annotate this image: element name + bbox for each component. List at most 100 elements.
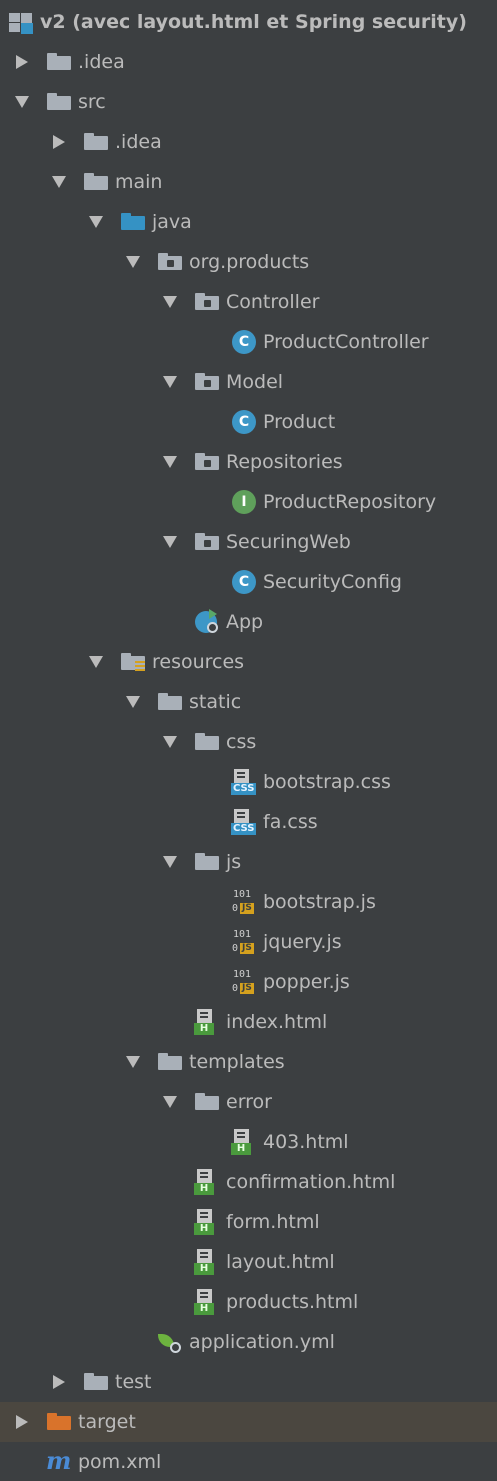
file-type-tag: JS (240, 903, 254, 914)
type-badge: C (232, 330, 256, 354)
tree-row[interactable]: I ProductRepository (0, 482, 497, 522)
tree-row[interactable]: C ProductController (0, 322, 497, 362)
tree-item-label: pom.xml (78, 1451, 162, 1473)
tree-row[interactable]: Hconfirmation.html (0, 1162, 497, 1202)
folder-icon (157, 1049, 183, 1075)
package-icon (194, 529, 220, 555)
tree-row[interactable]: CSS bootstrap.css (0, 762, 497, 802)
project-root-row[interactable]: v2 (avec layout.html et Spring security) (0, 2, 497, 42)
js-file-icon: 101 0 JS (231, 929, 257, 955)
triangle-icon (16, 1415, 28, 1429)
expand-arrow-icon[interactable] (123, 1052, 143, 1072)
tree-row[interactable]: 101 0 JS popper.js (0, 962, 497, 1002)
tree-item-label: resources (152, 651, 245, 673)
expand-arrow-icon[interactable] (123, 252, 143, 272)
project-root-label: v2 (avec layout.html et Spring security) (40, 11, 467, 33)
triangle-icon (163, 376, 177, 388)
folder-icon (194, 849, 220, 875)
tree-row[interactable]: H 403.html (0, 1122, 497, 1162)
tree-row[interactable]: CSS fa.css (0, 802, 497, 842)
folder-icon (157, 689, 183, 715)
expand-arrow-icon[interactable] (160, 852, 180, 872)
expand-arrow-icon[interactable] (86, 212, 106, 232)
tree-row[interactable]: target (0, 1402, 497, 1442)
folder-icon (194, 729, 220, 755)
class-icon: C (231, 329, 257, 355)
folder-icon (46, 49, 72, 75)
expand-arrow-icon[interactable] (160, 1092, 180, 1112)
html-file-icon: H (194, 1289, 220, 1315)
tree-row[interactable]: js (0, 842, 497, 882)
tree-row[interactable]: css (0, 722, 497, 762)
tree-row[interactable]: 101 0 JS jquery.js (0, 922, 497, 962)
tree-row[interactable]: Hlayout.html (0, 1242, 497, 1282)
tree-row[interactable]: m pom.xml (0, 1442, 497, 1481)
tree-item-label: App (226, 611, 264, 633)
collapse-arrow-icon[interactable] (49, 1372, 69, 1392)
tree-row[interactable]: Hindex.html (0, 1002, 497, 1042)
file-type-tag: JS (240, 943, 254, 954)
expand-arrow-icon[interactable] (86, 652, 106, 672)
tree-row[interactable]: SecuringWeb (0, 522, 497, 562)
tree-row[interactable]: error (0, 1082, 497, 1122)
tree-row[interactable]: Controller (0, 282, 497, 322)
tree-item-label: static (189, 691, 242, 713)
js-zero: 0 (232, 903, 239, 914)
collapse-arrow-icon[interactable] (49, 132, 69, 152)
tree-row[interactable]: main (0, 162, 497, 202)
collapse-arrow-icon[interactable] (12, 1412, 32, 1432)
spring-config-icon (157, 1329, 183, 1355)
type-badge: I (232, 490, 256, 514)
js-file-icon: 101 0 JS (231, 969, 257, 995)
tree-row[interactable]: org.products (0, 242, 497, 282)
tree-row[interactable]: templates (0, 1042, 497, 1082)
tree-row[interactable]: java (0, 202, 497, 242)
maven-letter: m (46, 1446, 72, 1475)
type-badge: C (232, 410, 256, 434)
css-file-icon: CSS (231, 809, 257, 835)
tree-row[interactable]: static (0, 682, 497, 722)
collapse-arrow-icon[interactable] (12, 52, 32, 72)
tree-item-label: org.products (189, 251, 310, 273)
expand-arrow-icon[interactable] (12, 92, 32, 112)
tree-row[interactable]: Hform.html (0, 1202, 497, 1242)
expand-arrow-icon[interactable] (160, 732, 180, 752)
tree-row[interactable]: .idea (0, 42, 497, 82)
tree-row[interactable]: Hproducts.html (0, 1282, 497, 1322)
tree-row[interactable]: application.yml (0, 1322, 497, 1362)
html-file-icon: H (194, 1169, 220, 1195)
triangle-icon (163, 1096, 177, 1108)
class-icon: C (231, 409, 257, 435)
tree-row[interactable]: resources (0, 642, 497, 682)
expand-arrow-icon[interactable] (160, 372, 180, 392)
tree-row[interactable]: 101 0 JS bootstrap.js (0, 882, 497, 922)
file-type-tag: CSS (231, 783, 257, 795)
file-type-tag: H (231, 1143, 251, 1155)
tree-row[interactable]: Repositories (0, 442, 497, 482)
package-icon (194, 369, 220, 395)
js-bits: 101 (233, 889, 252, 900)
tree-item-label: Product (263, 411, 336, 433)
tree-row[interactable]: App (0, 602, 497, 642)
tree-row[interactable]: Model (0, 362, 497, 402)
interface-icon: I (231, 489, 257, 515)
expand-arrow-icon[interactable] (160, 292, 180, 312)
tree-row[interactable]: src (0, 82, 497, 122)
tree-item-label: 403.html (263, 1131, 349, 1153)
expand-arrow-icon[interactable] (160, 452, 180, 472)
expand-arrow-icon[interactable] (123, 692, 143, 712)
tree-row[interactable]: C Product (0, 402, 497, 442)
tree-row[interactable]: test (0, 1362, 497, 1402)
maven-icon: m (46, 1446, 72, 1475)
spring-boot-app-icon (194, 609, 220, 635)
tree-item-label: error (226, 1091, 272, 1113)
resources-folder-icon (120, 649, 146, 675)
expand-arrow-icon[interactable] (160, 532, 180, 552)
file-type-tag: H (194, 1263, 214, 1275)
tree-item-label: Controller (226, 291, 320, 313)
tree-item-label: main (115, 171, 163, 193)
tree-row[interactable]: .idea (0, 122, 497, 162)
tree-row[interactable]: C SecurityConfig (0, 562, 497, 602)
tree-item-label: Model (226, 371, 284, 393)
expand-arrow-icon[interactable] (49, 172, 69, 192)
